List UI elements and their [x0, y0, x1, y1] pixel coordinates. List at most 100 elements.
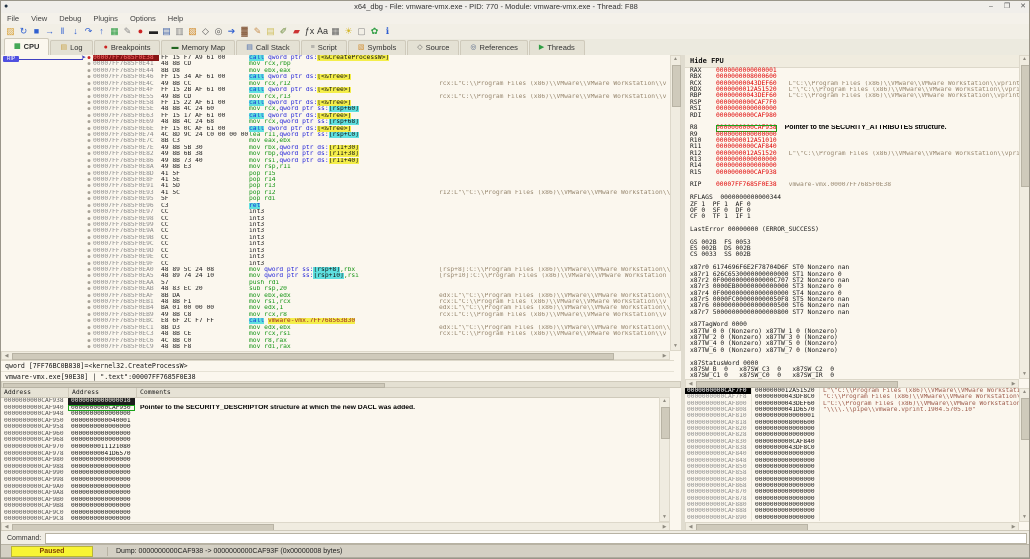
- dump-row[interactable]: 0000000000CAF9B8 0000000000000000: [1, 503, 670, 510]
- tab-symbols[interactable]: ▧ Symbols: [347, 40, 407, 55]
- edit-page-icon[interactable]: ✎: [121, 25, 134, 38]
- stack-vscrollbar[interactable]: ▲ ▼: [1019, 388, 1029, 522]
- tab-cpu[interactable]: ▦ CPU: [4, 38, 50, 55]
- dump-row[interactable]: 0000000000CAF938 0000000000000018: [1, 398, 670, 405]
- restart-icon[interactable]: ↻: [17, 25, 30, 38]
- dump-row[interactable]: 0000000000CAF940 0000000000CAF950 Pointer …: [1, 404, 670, 412]
- tab-source[interactable]: ◇ Source: [407, 40, 460, 55]
- call-stack-icon[interactable]: ▤: [160, 25, 173, 38]
- dump-row[interactable]: 0000000000CAF9C0 0000000000000000: [1, 510, 670, 517]
- tab-breakpoints[interactable]: ● Breakpoints: [93, 40, 161, 55]
- dump-value: 0000000000000000: [71, 490, 131, 497]
- dump-vscrollbar[interactable]: ▲ ▼: [659, 397, 670, 522]
- memory-map-icon[interactable]: ▬: [147, 25, 160, 38]
- dump-row[interactable]: 0000000000CAF990 0000000000000000: [1, 470, 670, 477]
- pencil-icon[interactable]: ✎: [251, 25, 264, 38]
- dump-row[interactable]: 0000000000CAF980 0000000000000000: [1, 457, 670, 464]
- disasm-hscrollbar[interactable]: ◀ ▶: [1, 351, 670, 360]
- cpu-chip-icon[interactable]: ▦: [108, 25, 121, 38]
- close-button[interactable]: ✕: [1017, 1, 1029, 13]
- dump-row[interactable]: 0000000000CAF950 0000000000040001: [1, 418, 670, 425]
- menu-item-file[interactable]: File: [1, 13, 25, 24]
- step-over-icon[interactable]: ↷: [82, 25, 95, 38]
- tab-threads[interactable]: ▶ Threads: [528, 40, 585, 55]
- dump-row[interactable]: 0000000000CAF960 0000000000000000: [1, 431, 670, 438]
- menu-item-options[interactable]: Options: [124, 13, 162, 24]
- tab-script[interactable]: ≡ Script: [300, 40, 347, 55]
- minimize-button[interactable]: –: [985, 1, 997, 13]
- calculator-icon[interactable]: ▦: [329, 25, 342, 38]
- dump-address: 0000000000CAF978: [4, 450, 64, 457]
- dump-row[interactable]: 0000000000CAF978 00000000041D6570: [1, 451, 670, 458]
- notes-icon[interactable]: ▤: [264, 25, 277, 38]
- source-icon[interactable]: ◇: [199, 25, 212, 38]
- search-icon[interactable]: ◎: [212, 25, 225, 38]
- symbols-icon[interactable]: ▧: [186, 25, 199, 38]
- window-icon[interactable]: ▢: [355, 25, 368, 38]
- menu-item-view[interactable]: View: [25, 13, 53, 24]
- tab-log[interactable]: ▤ Log: [50, 40, 93, 55]
- script-icon[interactable]: ▥: [173, 25, 186, 38]
- tab-label: Source: [425, 43, 450, 52]
- menu-item-debug[interactable]: Debug: [53, 13, 87, 24]
- dump-header-row: Address Address Comments: [1, 388, 670, 398]
- stack-row[interactable]: 0000000000CAF890 0000000000000000: [685, 514, 1019, 521]
- registers-vscrollbar[interactable]: ▲ ▼: [1019, 55, 1029, 379]
- dump-row[interactable]: 0000000000CAF958 0000000000000000: [1, 424, 670, 431]
- breakpoint-dot-icon[interactable]: ●: [85, 344, 93, 350]
- dump-header-comments[interactable]: Comments: [137, 388, 670, 397]
- breakpoint-icon[interactable]: ●: [134, 25, 147, 38]
- rip-marker: RIP ➤: [3, 55, 91, 63]
- maximize-button[interactable]: ❐: [1001, 1, 1013, 13]
- horizontal-splitter[interactable]: [1, 381, 681, 388]
- tab-cpu-icon: ▦: [14, 43, 21, 50]
- disassembly-panel[interactable]: ● 00007FF7685F0E38 FF 15 F7 A9 61 00 call q…: [1, 55, 670, 351]
- tab-label: Breakpoints: [110, 43, 151, 52]
- stack-panel[interactable]: 0000000000CAF7F0 0000000012A51520 L"\"C:\\…: [685, 388, 1019, 522]
- dump-row[interactable]: 0000000000CAF988 0000000000000000: [1, 464, 670, 471]
- dump-comment: [135, 424, 670, 431]
- register-name: RDI: [690, 111, 702, 119]
- bulb-icon[interactable]: ☀: [342, 25, 355, 38]
- tab-references[interactable]: ◎ References: [460, 40, 528, 55]
- menu-item-plugins[interactable]: Plugins: [87, 13, 124, 24]
- dump-row[interactable]: 0000000000CAF9A8 0000000000000000: [1, 490, 670, 497]
- tab-memory-map[interactable]: ▬ Memory Map: [161, 40, 236, 55]
- dump-row[interactable]: 0000000000CAF9A0 0000000000000000: [1, 484, 670, 491]
- highlight-icon[interactable]: ✐: [277, 25, 290, 38]
- disasm-vscrollbar[interactable]: ▲ ▼: [670, 55, 681, 351]
- dump-value: 0000000000000000: [71, 457, 131, 464]
- menu-item-help[interactable]: Help: [162, 13, 189, 24]
- tab-call-stack[interactable]: ▤ Call Stack: [236, 40, 300, 55]
- dump-row[interactable]: 0000000000CAF998 0000000000000000: [1, 477, 670, 484]
- tab-symbols-icon: ▧: [357, 44, 365, 51]
- run-icon[interactable]: →: [43, 25, 56, 38]
- dump-header-address1[interactable]: Address: [1, 388, 69, 397]
- patches-icon[interactable]: ▓: [238, 25, 251, 38]
- registers-panel[interactable]: Hide FPU RAX 0000000000000001 RBX 000000000…: [685, 55, 1019, 379]
- dump-header-address2[interactable]: Address: [69, 388, 137, 397]
- step-out-icon[interactable]: ↑: [95, 25, 108, 38]
- dump-address: 0000000000CAF970: [4, 444, 64, 451]
- pause-icon[interactable]: ‖: [56, 25, 69, 38]
- registers-hscrollbar[interactable]: ◀ ▶: [685, 379, 1019, 388]
- dump-row[interactable]: 0000000000CAF968 0000000000000000: [1, 437, 670, 444]
- eraser-icon[interactable]: ▰: [290, 25, 303, 38]
- fx-icon[interactable]: ƒx: [303, 25, 316, 38]
- open-file-icon[interactable]: ▨: [4, 25, 17, 38]
- tab-source-icon: ◇: [417, 44, 423, 51]
- font-icon[interactable]: Aa: [316, 25, 329, 38]
- dump-panel[interactable]: Address Address Comments 0000000000CAF93…: [1, 388, 670, 530]
- dump-row[interactable]: 0000000000CAF9B0 0000000000000000: [1, 497, 670, 504]
- favourites-icon[interactable]: ✿: [368, 25, 381, 38]
- disasm-row[interactable]: ● 00007FF7685F0EC9 48 8B F8 mov rdi,rax: [1, 344, 670, 350]
- goto-icon[interactable]: ➔: [225, 25, 238, 38]
- dump-address: 0000000000CAF9B0: [4, 496, 64, 503]
- command-input[interactable]: [45, 532, 1027, 544]
- dump-row[interactable]: 0000000000CAF948 0000000000000000: [1, 411, 670, 418]
- stop-icon[interactable]: ■: [30, 25, 43, 38]
- step-into-icon[interactable]: ↓: [69, 25, 82, 38]
- info-icon[interactable]: ℹ: [381, 25, 394, 38]
- dump-row[interactable]: 0000000000CAF970 0000000011121080: [1, 444, 670, 451]
- register-value: 00007FF7685F0E38: [716, 181, 777, 189]
